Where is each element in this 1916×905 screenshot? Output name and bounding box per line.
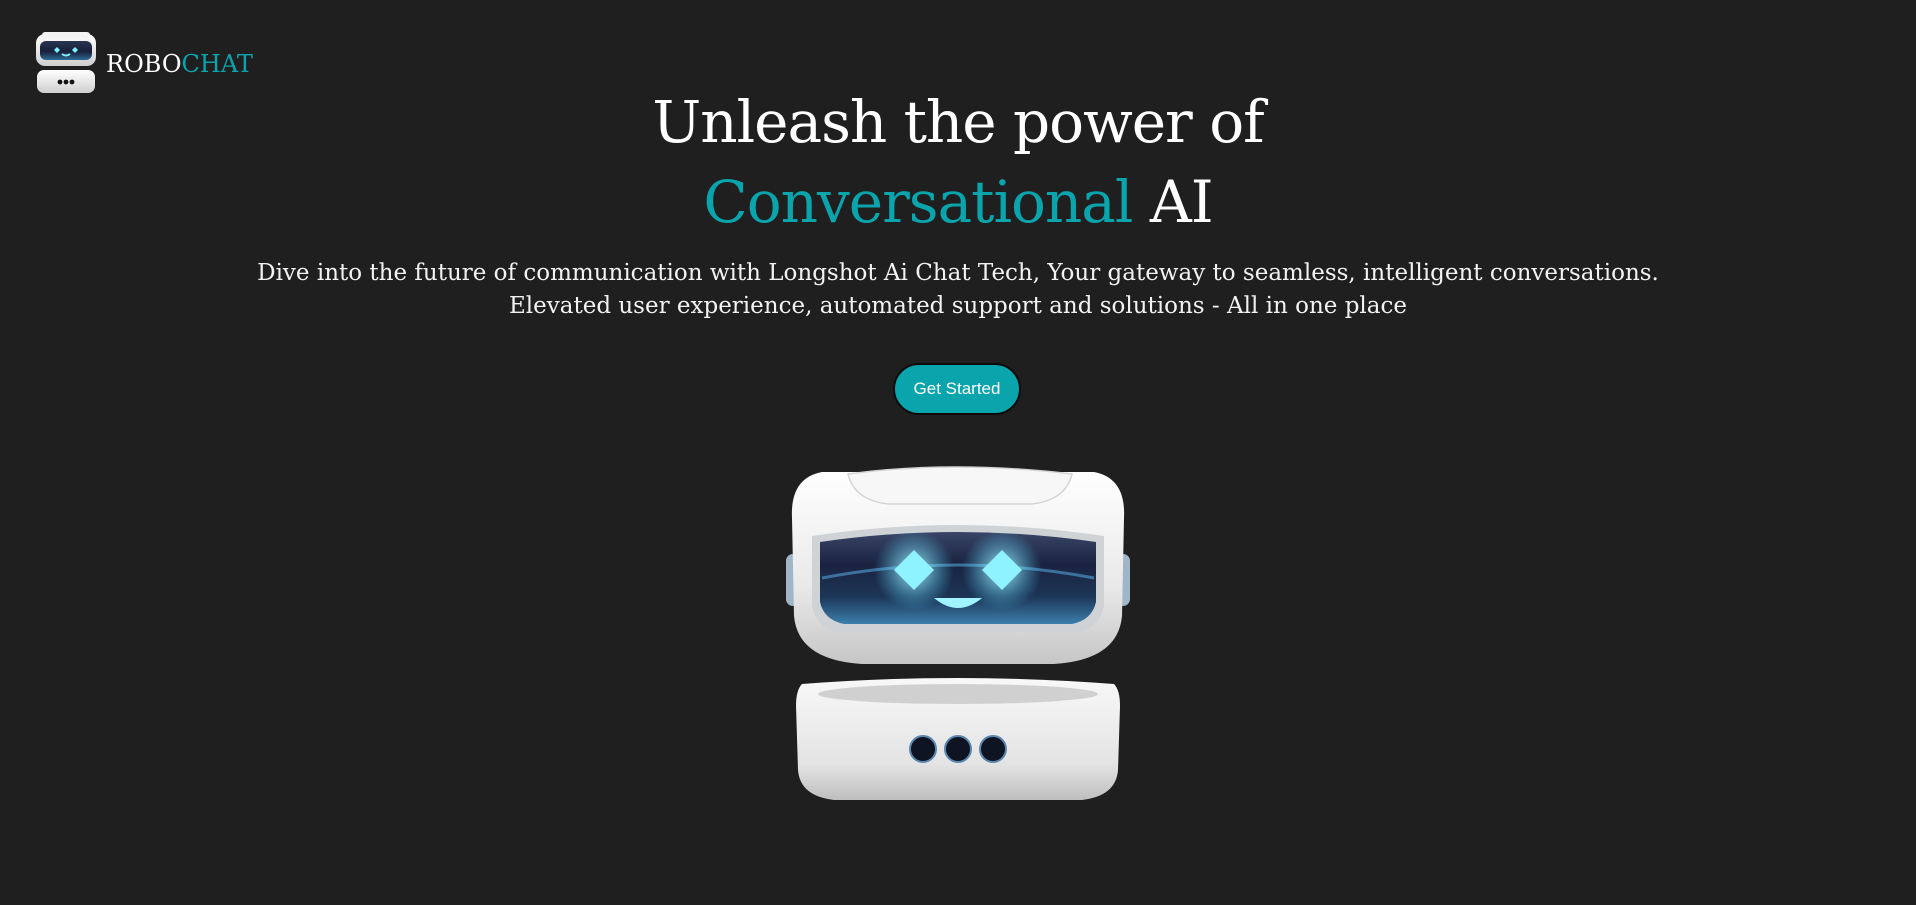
hero-title-accent: Conversational bbox=[703, 168, 1133, 236]
brand-name-part2: CHAT bbox=[181, 50, 253, 78]
brand-name-part1: ROBO bbox=[106, 50, 182, 78]
hero-subtitle: Dive into the future of communication wi… bbox=[0, 257, 1916, 323]
get-started-button[interactable]: Get Started bbox=[893, 363, 1021, 415]
hero-subtitle-line2: Elevated user experience, automated supp… bbox=[509, 293, 1407, 319]
hero-title: Unleash the power of Conversational AI bbox=[0, 82, 1916, 242]
hero-subtitle-line1: Dive into the future of communication wi… bbox=[257, 260, 1659, 286]
brand-name: ROBOCHAT bbox=[106, 52, 253, 76]
hero-title-tail: AI bbox=[1132, 168, 1214, 236]
hero-title-line1: Unleash the power of bbox=[652, 88, 1264, 156]
robot-mascot-illustration bbox=[786, 466, 1130, 800]
